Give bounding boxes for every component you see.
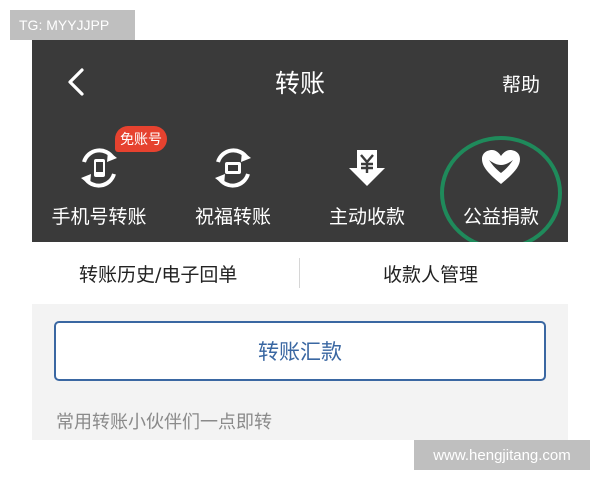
transfer-remit-button[interactable]: 转账汇款 [54, 321, 546, 381]
action-label: 主动收款 [328, 206, 405, 228]
gift-transfer-button[interactable]: 祝福转账 [166, 146, 300, 228]
transfer-screen: 转账 帮助 手机号转账 免账号 祝福转账 主动收款 公益捐款 转账历史/电子回单… [32, 40, 568, 440]
action-label: 手机号转账 [51, 206, 147, 228]
highlight-circle [440, 136, 562, 250]
receive-payment-button[interactable]: 主动收款 [300, 146, 434, 228]
watermark: www.hengjitang.com [414, 440, 590, 470]
phone-transfer-button[interactable]: 手机号转账 [32, 146, 166, 228]
page-title: 转账 [274, 69, 325, 98]
action-label: 祝福转账 [194, 206, 271, 228]
header-panel: 转账 帮助 手机号转账 免账号 祝福转账 主动收款 公益捐款 [32, 40, 568, 250]
yuan-receive-icon [349, 150, 385, 186]
divider [299, 258, 300, 288]
quick-links-bar: 转账历史/电子回单 收款人管理 [32, 242, 568, 304]
help-button[interactable]: 帮助 [502, 70, 540, 97]
no-account-badge: 免账号 [115, 126, 167, 152]
payee-management-link[interactable]: 收款人管理 [383, 260, 478, 287]
frequent-contacts-hint: 常用转账小伙伴们一点即转 [56, 412, 272, 433]
corner-tag: TG: MYYJJPP [10, 10, 135, 40]
transfer-history-link[interactable]: 转账历史/电子回单 [79, 260, 237, 287]
phone-transfer-icon [81, 148, 117, 188]
gift-transfer-icon [215, 148, 251, 188]
